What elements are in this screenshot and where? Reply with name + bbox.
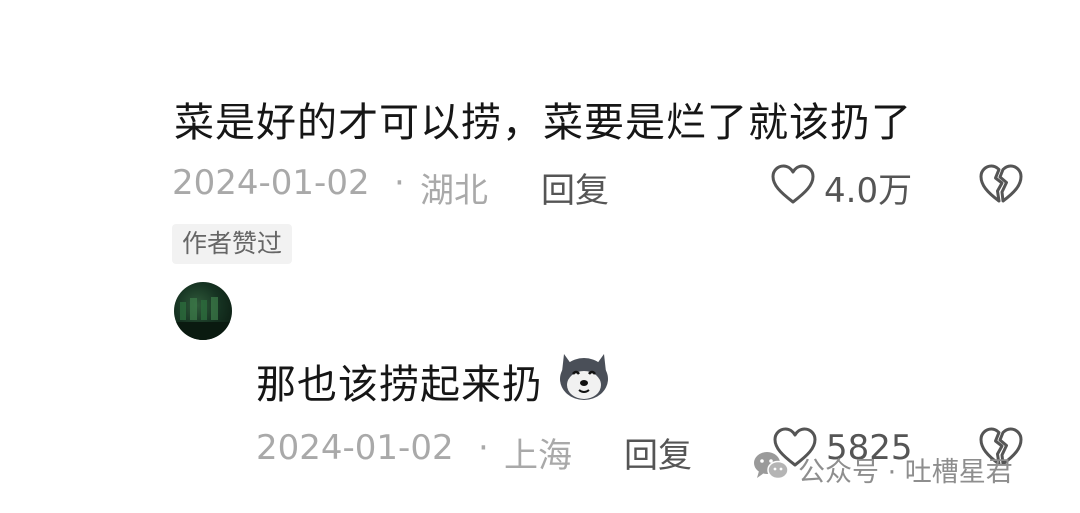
reply-date: 2024-01-02 <box>256 428 454 468</box>
meta-separator: · <box>394 163 405 203</box>
watermark: 公众号 · 吐槽星君 <box>752 446 1013 492</box>
husky-dog-emoji-icon <box>556 350 612 402</box>
reply-button[interactable]: 回复 <box>624 428 692 477</box>
comment-text: 菜是好的才可以捞，菜要是烂了就该扔了 <box>174 100 912 146</box>
author-liked-badge: 作者赞过 <box>172 224 293 264</box>
heart-icon[interactable] <box>770 163 816 205</box>
reply-location: 上海 <box>504 436 572 476</box>
reply-button[interactable]: 回复 <box>541 163 609 212</box>
wechat-icon <box>752 449 790 490</box>
meta-separator: · <box>478 428 489 468</box>
watermark-text: 公众号 · 吐槽星君 <box>798 456 1013 488</box>
reply-text: 那也该捞起来扔 <box>256 362 543 408</box>
like-count: 4.0万 <box>824 171 913 211</box>
avatar[interactable] <box>174 282 232 340</box>
comment-location: 湖北 <box>420 171 488 211</box>
broken-heart-icon[interactable] <box>978 163 1024 205</box>
comment-date: 2024-01-02 <box>172 163 370 203</box>
